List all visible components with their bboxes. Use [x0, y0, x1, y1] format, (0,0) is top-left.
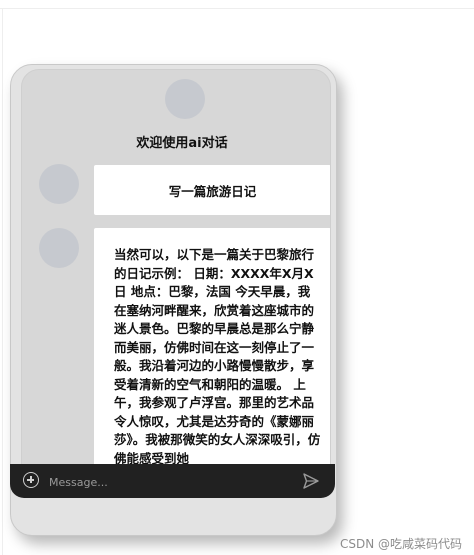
header-avatar: [165, 79, 205, 119]
plus-circle-icon[interactable]: [23, 472, 39, 488]
user-avatar: [39, 164, 79, 204]
chat-title: 欢迎使用ai对话: [136, 136, 228, 151]
message-input[interactable]: [47, 471, 291, 493]
left-divider: [2, 8, 3, 555]
chat-messages-area[interactable]: 欢迎使用ai对话 写一篇旅游日记 当然可以，以下是一篇关于巴黎旅行的日记示例： …: [21, 69, 331, 497]
ai-message-text: 当然可以，以下是一篇关于巴黎旅行的日记示例： 日期：XXXX年X月X日 地点：巴…: [114, 247, 321, 466]
user-message-bubble: 写一篇旅游日记: [94, 165, 330, 215]
top-divider: [0, 8, 474, 9]
csdn-watermark: CSDN @吃咸菜码代码: [339, 537, 462, 551]
message-input-bar: [10, 464, 335, 498]
ai-message-bubble: 当然可以，以下是一篇关于巴黎旅行的日记示例： 日期：XXXX年X月X日 地点：巴…: [94, 228, 330, 496]
user-message-text: 写一篇旅游日记: [168, 183, 257, 199]
ai-avatar: [39, 228, 79, 268]
send-icon[interactable]: [302, 472, 320, 490]
